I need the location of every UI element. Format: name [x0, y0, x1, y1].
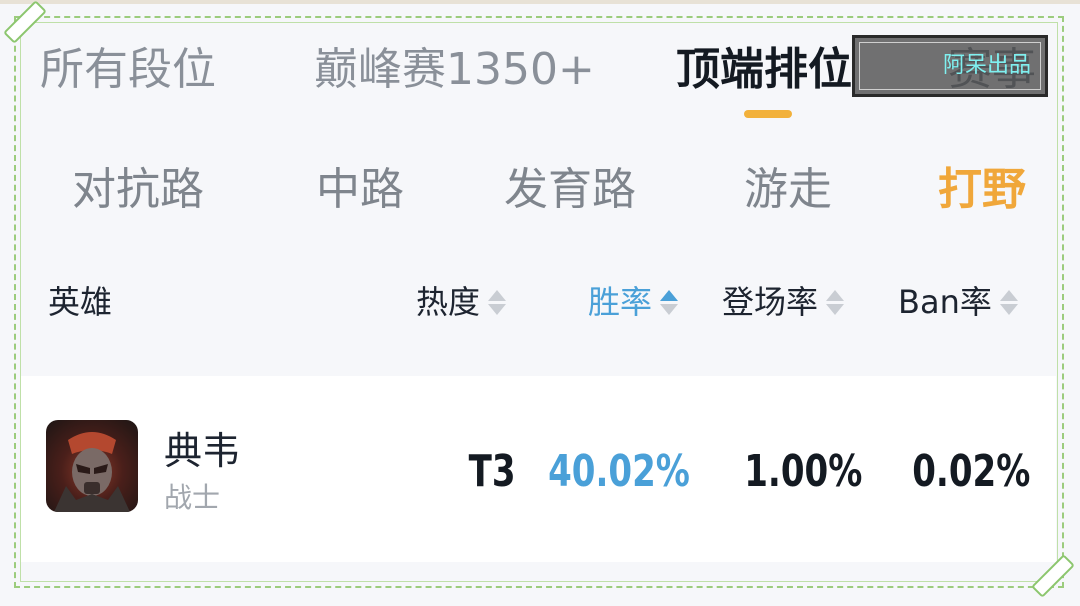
- sort-ascending-icon: [660, 289, 679, 315]
- column-header-win-rate-label: 胜率: [588, 283, 653, 321]
- hero-portrait-icon: [54, 432, 130, 512]
- hero-ban-rate: 0.02%: [911, 446, 1030, 497]
- column-header-popularity[interactable]: 热度: [416, 280, 507, 324]
- tab-all-ranks[interactable]: 所有段位: [40, 40, 216, 100]
- column-header-pick-rate[interactable]: 登场率: [722, 280, 845, 324]
- active-tab-indicator: [744, 110, 792, 118]
- table-row[interactable]: 典韦 战士 T3 40.02% 1.00% 0.02%: [20, 376, 1056, 562]
- column-header-popularity-label: 热度: [416, 283, 481, 321]
- hero-pick-rate: 1.00%: [743, 446, 862, 497]
- sort-icon: [999, 289, 1018, 315]
- hero-avatar: [46, 420, 138, 512]
- column-header-hero: 英雄: [48, 280, 112, 324]
- lane-tab-clash[interactable]: 对抗路: [72, 160, 204, 220]
- hero-role: 战士: [164, 481, 221, 514]
- frame-corner-tab: [3, 0, 47, 44]
- sort-icon: [488, 289, 507, 315]
- hero-tier: T3: [469, 446, 516, 497]
- watermark-text: 阿呆出品: [942, 53, 1031, 78]
- sort-icon: [826, 289, 845, 315]
- lane-tab-jungle[interactable]: 打野: [938, 160, 1026, 220]
- tab-peak-1350[interactable]: 巅峰赛1350+: [314, 40, 595, 100]
- column-header-win-rate[interactable]: 胜率: [588, 280, 679, 324]
- lane-tab-mid[interactable]: 中路: [316, 160, 404, 220]
- watermark-badge: 阿呆出品: [852, 35, 1048, 97]
- lane-tab-roam[interactable]: 游走: [744, 160, 832, 220]
- tab-top-ranked[interactable]: 顶端排位: [676, 40, 852, 100]
- column-header-pick-rate-label: 登场率: [722, 283, 819, 321]
- top-edge-strip: [0, 0, 1080, 4]
- column-header-ban-rate-label: Ban率: [898, 283, 992, 321]
- hero-win-rate: 40.02%: [548, 446, 690, 497]
- column-header-ban-rate[interactable]: Ban率: [898, 280, 1018, 324]
- lane-tab-farm[interactable]: 发育路: [504, 160, 636, 220]
- column-header-hero-label: 英雄: [48, 283, 113, 321]
- hero-name: 典韦: [164, 429, 241, 473]
